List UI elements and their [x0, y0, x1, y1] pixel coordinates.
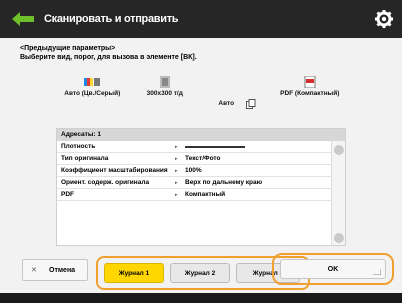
list-header: Адресаты: 1	[57, 129, 345, 141]
color-mode-icon	[84, 78, 101, 86]
row-label: Тип оригинала	[61, 155, 109, 162]
cancel-button[interactable]: ✕ Отмена	[22, 259, 88, 281]
corner-mark-icon	[373, 269, 381, 275]
scroll-up-button[interactable]	[334, 145, 344, 155]
scroll-down-button[interactable]	[334, 233, 344, 243]
tab-history-2[interactable]: Журнал 2	[170, 263, 230, 283]
summary-icons: Авто (Цв./Серый) 300x300 т/д Авто PDF (К…	[56, 74, 346, 116]
ok-highlight: OK	[272, 253, 394, 285]
copy-pages-icon	[246, 99, 256, 109]
chevron-right-icon: ▸	[175, 144, 178, 150]
chevron-right-icon: ▸	[175, 192, 178, 198]
instruction-line-1: <Предыдущие параметры>	[20, 45, 116, 52]
color-mode-label: Авто (Цв./Серый)	[64, 90, 121, 97]
row-label: Ориент. содерж. оригинала	[61, 179, 150, 186]
back-button[interactable]	[0, 0, 40, 38]
list-item[interactable]: Плотность ▸	[57, 141, 333, 153]
size-label: Авто	[218, 100, 235, 107]
row-value: Текст/Фото	[185, 155, 221, 162]
instructions: <Предыдущие параметры> Выберите вид, пор…	[20, 44, 197, 62]
footer-bar	[0, 293, 402, 303]
color-mode-summary: Авто (Цв./Серый)	[56, 74, 129, 116]
format-summary: PDF (Компактный)	[274, 74, 347, 116]
close-icon: ✕	[31, 267, 37, 274]
scrollbar[interactable]	[331, 141, 345, 245]
list-item[interactable]: Тип оригинала ▸ Текст/Фото	[57, 153, 333, 165]
density-slider	[185, 146, 245, 148]
chevron-right-icon: ▸	[175, 156, 178, 162]
list-item[interactable]: Ориент. содерж. оригинала ▸ Верх по даль…	[57, 177, 333, 189]
ok-button[interactable]: OK	[280, 259, 386, 279]
list-item[interactable]: Коэффициент масштабирования ▸ 100%	[57, 165, 333, 177]
title-bar: Сканировать и отправить	[0, 0, 402, 38]
back-arrow-icon	[12, 12, 34, 26]
ok-label: OK	[327, 266, 339, 273]
row-label: Плотность	[61, 143, 96, 150]
row-value: Компактный	[185, 191, 226, 198]
chevron-right-icon: ▸	[175, 180, 178, 186]
resolution-summary: 300x300 т/д	[129, 74, 202, 116]
settings-list: Адресаты: 1 Плотность ▸ Тип оригинала ▸ …	[56, 128, 346, 246]
row-label: PDF	[61, 191, 74, 198]
page-title: Сканировать и отправить	[44, 13, 179, 25]
chevron-right-icon: ▸	[175, 168, 178, 174]
format-label: PDF (Компактный)	[280, 90, 340, 97]
resolution-label: 300x300 т/д	[146, 90, 183, 97]
size-summary: Авто	[201, 74, 274, 116]
instruction-line-2: Выберите вид, порог, для вызова в элемен…	[20, 54, 197, 61]
cancel-label: Отмена	[49, 267, 76, 274]
tab-history-1[interactable]: Журнал 1	[104, 263, 164, 283]
row-value: Верх по дальнему краю	[185, 179, 263, 186]
list-item[interactable]: PDF ▸ Компактный	[57, 189, 333, 201]
row-label: Коэффициент масштабирования	[61, 167, 168, 174]
resolution-icon	[159, 76, 170, 88]
pdf-icon	[304, 76, 316, 88]
gear-icon[interactable]	[374, 9, 394, 29]
row-value: 100%	[185, 167, 202, 174]
